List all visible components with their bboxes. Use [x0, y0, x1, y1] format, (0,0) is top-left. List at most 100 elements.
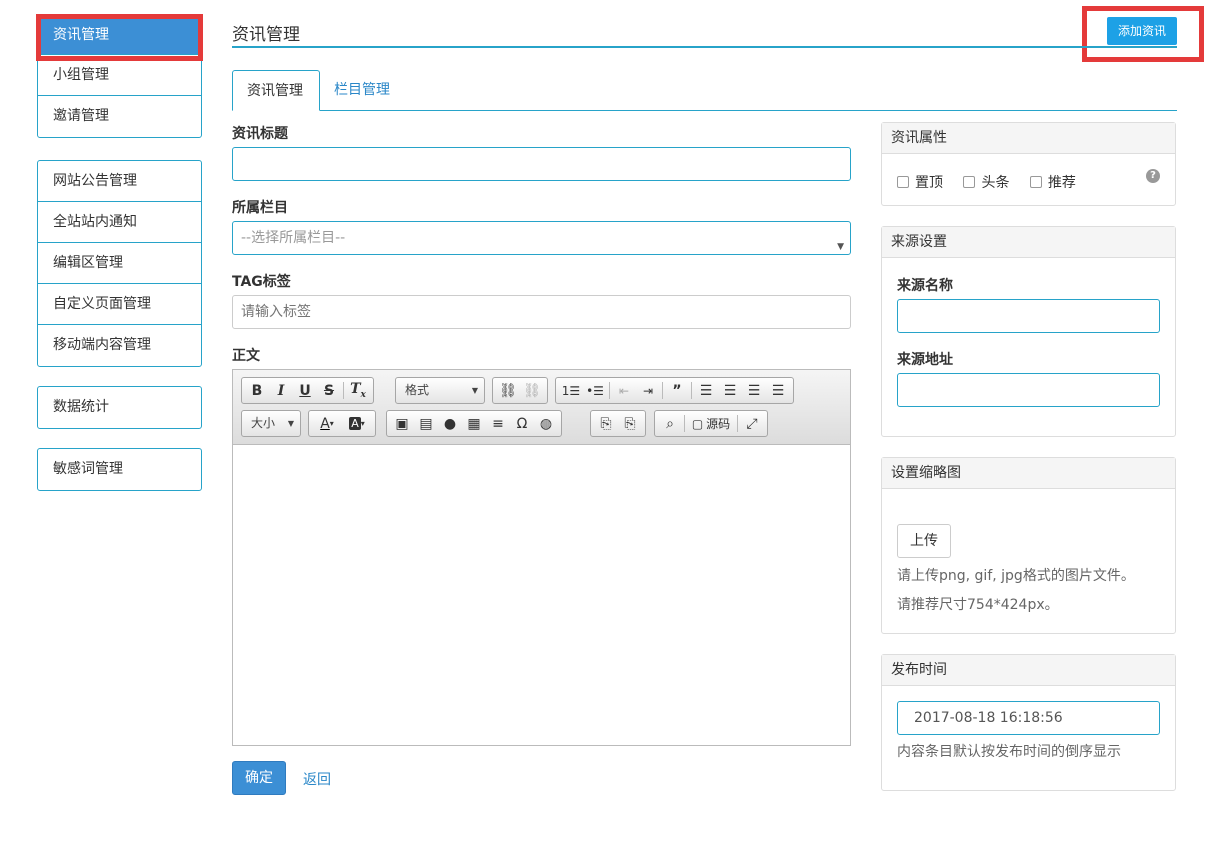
recommend-checkbox[interactable] [1029, 176, 1042, 188]
globe-icon[interactable]: ◍ [534, 413, 558, 434]
category-label: 所属栏目 [232, 200, 288, 216]
page-title: 资讯管理 [232, 25, 300, 45]
link-icon[interactable]: ⛓ [496, 380, 520, 401]
toolbar-group-paragraph: 1☰ •☰ ⇤ ⇥ ” ☰ ☰ ☰ ☰ [555, 377, 794, 404]
sidebar-item-sensitive-words[interactable]: 敏感词管理 [38, 449, 201, 490]
sidebar-item-statistics[interactable]: 数据统计 [38, 387, 201, 428]
sidebar-item-invites[interactable]: 邀请管理 [38, 96, 201, 137]
sidebar-item-mobile-content[interactable]: 移动端内容管理 [38, 325, 201, 366]
source-name-label: 来源名称 [897, 278, 953, 294]
thumbnail-size-hint: 请推荐尺寸754*424px。 [897, 597, 1059, 613]
thumbnail-format-hint: 请上传png, gif, jpg格式的图片文件。 [897, 568, 1135, 584]
title-input[interactable] [232, 147, 851, 181]
sidebar-group-stats: 数据统计 [37, 386, 202, 429]
flash-icon[interactable]: ▤ [414, 413, 438, 434]
image-icon[interactable]: ▣ [390, 413, 414, 434]
align-right-icon[interactable]: ☰ [742, 380, 766, 401]
source-url-input[interactable] [897, 373, 1160, 407]
publish-panel-title: 发布时间 [882, 655, 1175, 686]
editor-content-area[interactable] [233, 445, 850, 745]
source-panel-title: 来源设置 [882, 227, 1175, 258]
toolbar-group-insert: ▣ ▤ ● ▦ ≡ Ω ◍ [386, 410, 562, 437]
editor-toolbar: B I U S Tx 格式 ▼ ⛓ ⛓ 1☰ •☰ ⇤ ⇥ ” ☰ ☰ ☰ ☰ [233, 370, 850, 445]
toolbar-group-tools: ⌕ ▢ 源码 ⤢ [654, 410, 768, 437]
table-icon[interactable]: ▦ [462, 413, 486, 434]
chevron-down-icon: ▼ [287, 419, 294, 428]
background-color-icon[interactable]: A ▾ [342, 413, 372, 434]
chevron-down-icon: ▼ [837, 242, 844, 252]
unordered-list-icon[interactable]: •☰ [583, 380, 607, 401]
ordered-list-icon[interactable]: 1☰ [559, 380, 583, 401]
pin-label: 置顶 [915, 175, 943, 191]
tab-categories[interactable]: 栏目管理 [320, 70, 404, 111]
size-combo[interactable]: 大小 ▼ [241, 410, 301, 437]
sidebar-group-content: 资讯管理 小组管理 邀请管理 [37, 14, 202, 138]
format-combo[interactable]: 格式 ▼ [395, 377, 485, 404]
confirm-button[interactable]: 确定 [232, 761, 286, 795]
thumbnail-panel-title: 设置缩略图 [882, 458, 1175, 489]
size-combo-label: 大小 [251, 416, 276, 430]
text-color-icon[interactable]: A ▾ [312, 413, 342, 434]
toolbar-separator [684, 415, 685, 432]
horizontal-rule-icon[interactable]: ≡ [486, 413, 510, 434]
format-combo-label: 格式 [405, 383, 430, 397]
title-label: 资讯标题 [232, 126, 288, 142]
toolbar-separator [662, 382, 663, 399]
thumbnail-panel: 设置缩略图 上传 请上传png, gif, jpg格式的图片文件。 请推荐尺寸7… [881, 457, 1176, 634]
headline-label: 头条 [981, 175, 1010, 191]
align-justify-icon[interactable]: ☰ [766, 380, 790, 401]
sidebar-item-announcements[interactable]: 网站公告管理 [38, 161, 201, 202]
publish-datetime-input[interactable]: 2017-08-18 16:18:56 [897, 701, 1160, 735]
align-center-icon[interactable]: ☰ [718, 380, 742, 401]
paste-text-icon[interactable]: ⎘ [594, 413, 618, 434]
underline-icon[interactable]: U [293, 380, 317, 401]
attributes-panel: 资讯属性 置顶 头条 推荐 ? [881, 122, 1176, 206]
sidebar-item-custom-pages[interactable]: 自定义页面管理 [38, 284, 201, 325]
blockquote-icon[interactable]: ” [665, 380, 689, 401]
sidebar-item-news[interactable]: 资讯管理 [38, 15, 201, 55]
tag-label: TAG标签 [232, 274, 291, 290]
sidebar-group-site: 网站公告管理 全站站内通知 编辑区管理 自定义页面管理 移动端内容管理 [37, 160, 202, 367]
toolbar-group-basic: B I U S Tx [241, 377, 374, 404]
tab-news[interactable]: 资讯管理 [232, 70, 320, 111]
outdent-icon[interactable]: ⇤ [612, 380, 636, 401]
unlink-icon[interactable]: ⛓ [520, 380, 544, 401]
source-name-input[interactable] [897, 299, 1160, 333]
source-url-label: 来源地址 [897, 352, 953, 368]
pin-checkbox[interactable] [897, 176, 909, 188]
add-news-button[interactable]: 添加资讯 [1107, 17, 1177, 45]
category-selected-value: --选择所属栏目-- [241, 230, 346, 246]
category-select[interactable]: --选择所属栏目-- ▼ [232, 221, 851, 255]
toolbar-separator [737, 415, 738, 432]
italic-icon[interactable]: I [269, 380, 293, 401]
chevron-down-icon: ▼ [471, 386, 478, 395]
paste-word-icon[interactable]: ⎘ [618, 413, 642, 434]
source-icon: ▢ [691, 416, 704, 431]
recommend-label: 推荐 [1047, 175, 1076, 191]
attributes-options: 置顶 头条 推荐 [897, 172, 1076, 192]
clear-format-icon[interactable]: Tx [346, 380, 370, 401]
sidebar-item-notifications[interactable]: 全站站内通知 [38, 202, 201, 243]
upload-button[interactable]: 上传 [897, 524, 951, 558]
special-char-icon[interactable]: Ω [510, 413, 534, 434]
strikethrough-icon[interactable]: S [317, 380, 341, 401]
sidebar-item-editor-zone[interactable]: 编辑区管理 [38, 243, 201, 284]
sidebar-item-groups[interactable]: 小组管理 [38, 55, 201, 96]
source-button[interactable]: ▢ 源码 [687, 413, 735, 434]
iframe-icon[interactable]: ● [438, 413, 462, 434]
attributes-panel-title: 资讯属性 [882, 123, 1175, 154]
source-panel: 来源设置 来源名称 来源地址 [881, 226, 1176, 437]
tag-input[interactable] [232, 295, 851, 329]
align-left-icon[interactable]: ☰ [694, 380, 718, 401]
toolbar-group-colors: A ▾ A ▾ [308, 410, 376, 437]
toolbar-group-links: ⛓ ⛓ [492, 377, 548, 404]
indent-icon[interactable]: ⇥ [636, 380, 660, 401]
back-link[interactable]: 返回 [303, 769, 331, 789]
bold-icon[interactable]: B [245, 380, 269, 401]
publish-datetime-value: 2017-08-18 16:18:56 [914, 710, 1063, 726]
body-label: 正文 [232, 348, 260, 364]
find-icon[interactable]: ⌕ [658, 413, 682, 434]
help-icon[interactable]: ? [1146, 169, 1160, 183]
maximize-icon[interactable]: ⤢ [740, 413, 764, 434]
headline-checkbox[interactable] [963, 176, 976, 188]
